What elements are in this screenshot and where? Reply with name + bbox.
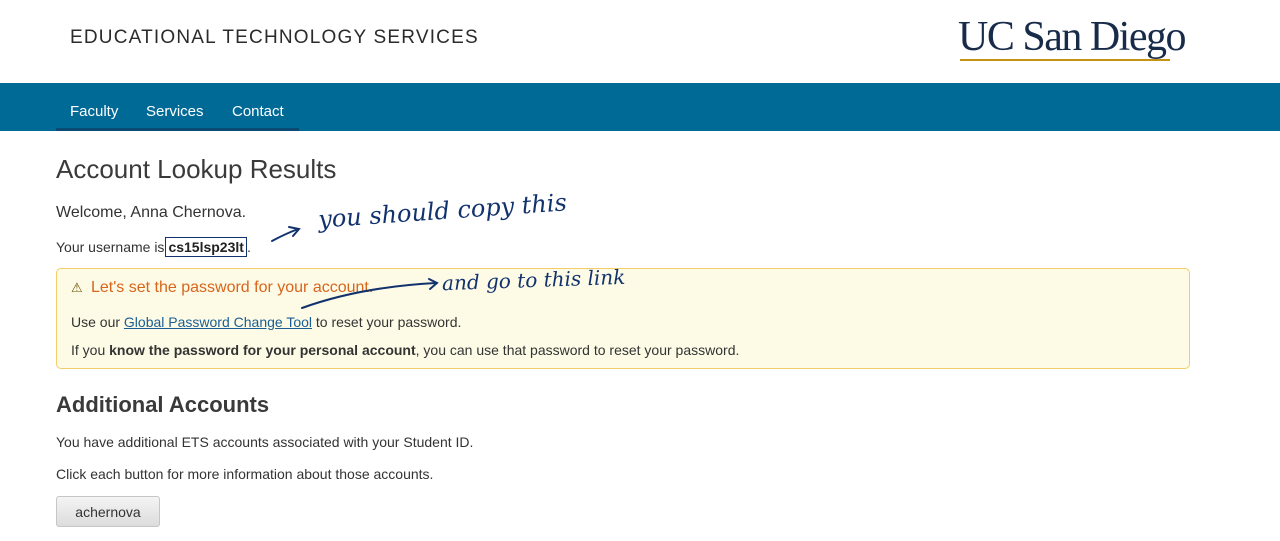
annotation-arrow-link <box>301 282 437 309</box>
annotation-arrows <box>271 226 439 309</box>
